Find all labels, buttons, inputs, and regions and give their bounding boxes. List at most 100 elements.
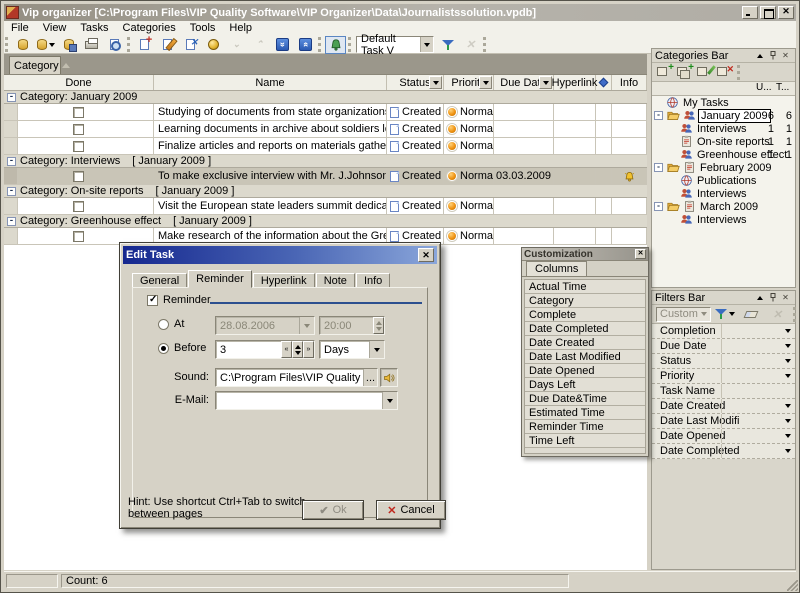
spin-left-icon[interactable]: « [281, 341, 292, 358]
menu-tasks[interactable]: Tasks [73, 22, 115, 34]
dropdown-arrow-icon[interactable] [785, 404, 791, 408]
at-time-spinner[interactable]: 20:00 [319, 316, 385, 335]
task-view-combo[interactable]: Default Task V [356, 36, 434, 53]
spinner-up-down-icon[interactable] [292, 341, 303, 358]
column-item[interactable]: Date Last Modified [525, 350, 645, 364]
browse-button[interactable]: ... [363, 369, 377, 386]
dropdown-arrow-icon[interactable] [785, 329, 791, 333]
done-checkbox[interactable] [73, 201, 84, 212]
filter-row-date-created[interactable]: Date Created [652, 399, 795, 414]
filter-row-completion[interactable]: Completion [652, 324, 795, 339]
before-radio[interactable] [158, 343, 169, 354]
done-checkbox[interactable] [73, 171, 84, 182]
add-subcategory-button[interactable] [676, 65, 693, 79]
menu-file[interactable]: File [4, 22, 36, 34]
column-header-info[interactable]: Info [612, 75, 647, 90]
resize-grip[interactable] [787, 580, 798, 591]
dropdown-arrow-icon[interactable] [785, 374, 791, 378]
toolbar-grip[interactable] [348, 37, 353, 52]
open-database-button[interactable] [12, 36, 33, 54]
filter-row-date-last-modified[interactable]: Date Last Modifi [652, 414, 795, 429]
add-task-button[interactable] [134, 36, 155, 54]
clear-filter-button[interactable] [741, 305, 762, 323]
collapse-node-icon[interactable] [654, 202, 663, 211]
minimize-icon[interactable] [742, 6, 758, 19]
combo-arrow-icon[interactable] [369, 341, 384, 358]
toolbar-grip[interactable] [483, 37, 488, 52]
tree-item-publications[interactable]: Publications [652, 174, 795, 187]
filter-row-priority[interactable]: Priority [652, 369, 795, 384]
close-icon[interactable]: ✕ [418, 248, 434, 262]
combo-arrow-icon[interactable] [420, 37, 433, 52]
dropdown-arrow-icon[interactable] [785, 449, 791, 453]
tree-item-january-2009[interactable]: January 2009 6 6 [652, 109, 795, 122]
close-icon[interactable] [778, 6, 794, 19]
filter-arrow-icon[interactable] [479, 76, 492, 89]
tree-item-interviews[interactable]: Interviews [652, 187, 795, 200]
column-header-hyperlink[interactable]: Hyperlink [554, 75, 596, 90]
filter-row-status[interactable]: Status [652, 354, 795, 369]
column-item[interactable]: Complete [525, 308, 645, 322]
tab-general[interactable]: General [132, 273, 187, 288]
notifications-toggle[interactable] [325, 36, 346, 54]
menu-tools[interactable]: Tools [183, 22, 223, 34]
column-item[interactable]: Date Completed [525, 322, 645, 336]
task-row[interactable]: Finalize articles and reports on materia… [4, 138, 647, 155]
tab-hyperlink[interactable]: Hyperlink [253, 273, 315, 288]
combo-arrow-icon[interactable] [698, 312, 710, 316]
move-up-button[interactable]: ⌃ [249, 36, 270, 54]
collapse-group-icon[interactable] [7, 157, 16, 166]
column-header-name[interactable]: Name [154, 75, 387, 90]
done-checkbox[interactable] [73, 107, 84, 118]
close-icon[interactable]: ✕ [635, 249, 646, 259]
tree-item-my-tasks[interactable]: My Tasks [652, 96, 795, 109]
column-header-notes[interactable] [596, 75, 612, 90]
dropdown-arrow-icon[interactable] [785, 434, 791, 438]
column-item[interactable]: Due Date&Time [525, 392, 645, 406]
filter-arrow-icon[interactable] [539, 76, 552, 89]
tab-info[interactable]: Info [356, 273, 390, 288]
task-row[interactable]: Visit the European state leaders summit … [4, 198, 647, 215]
collapse-all-button[interactable]: » [295, 36, 316, 54]
column-header-status[interactable]: Status [387, 75, 444, 90]
menu-help[interactable]: Help [222, 22, 259, 34]
tree-item-february-2009[interactable]: February 2009 [652, 161, 795, 174]
column-header-priority[interactable]: Priority [444, 75, 494, 90]
toolbar-grip[interactable] [793, 307, 796, 322]
new-database-button[interactable] [35, 36, 56, 54]
collapse-panel-icon[interactable] [753, 292, 766, 303]
filter-preset-combo[interactable]: Custom [656, 307, 711, 322]
category-group-row[interactable]: Category: On-site reports [ January 2009… [4, 185, 647, 198]
close-panel-icon[interactable]: ✕ [779, 292, 792, 303]
collapse-node-icon[interactable] [654, 163, 663, 172]
column-item[interactable]: Actual Time [525, 280, 645, 294]
apply-view-button[interactable] [437, 36, 458, 54]
tab-columns[interactable]: Columns [526, 261, 587, 276]
category-group-row[interactable]: Category: Greenhouse effect [ January 20… [4, 215, 647, 228]
column-item[interactable]: Estimated Time [525, 406, 645, 420]
move-down-button[interactable]: ⌄ [226, 36, 247, 54]
tree-item-on-site-reports[interactable]: On-site reports 1 1 [652, 135, 795, 148]
task-row[interactable]: Learning documents in archive about sold… [4, 121, 647, 138]
toolbar-grip[interactable] [127, 37, 132, 52]
toolbar-grip[interactable] [5, 37, 10, 52]
column-item[interactable]: Reminder Time [525, 420, 645, 434]
sound-path-field[interactable]: C:\Program Files\VIP Quality Software\VI… [215, 368, 378, 387]
column-item[interactable]: Days Left [525, 378, 645, 392]
tab-note[interactable]: Note [316, 273, 355, 288]
done-checkbox[interactable] [73, 141, 84, 152]
clear-view-button[interactable]: ✕ [460, 36, 481, 54]
edit-category-button[interactable] [696, 65, 713, 79]
tree-item-march-2009[interactable]: March 2009 [652, 200, 795, 213]
category-group-row[interactable]: Category: January 2009 [4, 91, 647, 104]
dropdown-arrow-icon[interactable] [785, 344, 791, 348]
spinner-up-down-icon[interactable] [373, 317, 384, 334]
tree-item-greenhouse-effect[interactable]: Greenhouse effect 1 1 [652, 148, 795, 161]
uncompleted-column-header[interactable]: U... [756, 82, 774, 93]
combo-arrow-icon[interactable] [299, 317, 314, 334]
task-row[interactable]: Studying of documents from state organiz… [4, 104, 647, 121]
tab-reminder[interactable]: Reminder [188, 270, 252, 288]
category-group-row[interactable]: Category: Interviews [ January 2009 ] [4, 155, 647, 168]
cancel-button[interactable]: ✕ Cancel [376, 500, 446, 520]
apply-filter-button[interactable] [715, 305, 736, 323]
